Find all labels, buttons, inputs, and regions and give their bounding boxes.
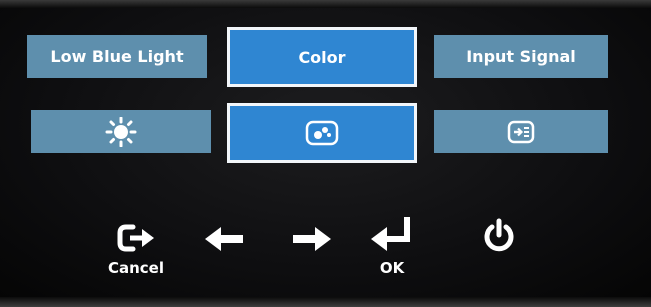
input-source-tile[interactable] bbox=[434, 110, 608, 153]
left-key[interactable] bbox=[202, 225, 246, 253]
enter-icon bbox=[371, 217, 410, 251]
color-tile[interactable] bbox=[227, 103, 417, 163]
power-icon bbox=[484, 218, 514, 252]
monitor-bezel-bottom bbox=[0, 297, 651, 307]
tab-color[interactable]: Color bbox=[227, 27, 417, 87]
color-palette-icon bbox=[305, 120, 339, 146]
ok-key[interactable]: OK bbox=[366, 215, 418, 277]
osd-screen: Low Blue Light Color Input Signal Cancel… bbox=[0, 8, 651, 297]
ok-label: OK bbox=[379, 259, 405, 277]
brightness-sun-icon bbox=[105, 116, 137, 147]
tab-low-blue-light-label: Low Blue Light bbox=[50, 47, 184, 66]
tab-input-signal[interactable]: Input Signal bbox=[434, 35, 608, 78]
arrow-left-icon bbox=[205, 227, 243, 251]
cancel-label: Cancel bbox=[107, 259, 164, 277]
tab-color-label: Color bbox=[298, 47, 346, 67]
tab-input-signal-label: Input Signal bbox=[466, 47, 576, 66]
cancel-key[interactable]: Cancel bbox=[105, 223, 167, 277]
exit-icon bbox=[117, 224, 154, 252]
right-key[interactable] bbox=[290, 225, 334, 253]
tab-low-blue-light[interactable]: Low Blue Light bbox=[27, 35, 207, 78]
brightness-tile[interactable] bbox=[31, 110, 211, 153]
power-key[interactable] bbox=[479, 218, 519, 254]
input-source-icon bbox=[507, 120, 535, 143]
arrow-right-icon bbox=[293, 227, 331, 251]
monitor-bezel-top bbox=[0, 0, 651, 8]
